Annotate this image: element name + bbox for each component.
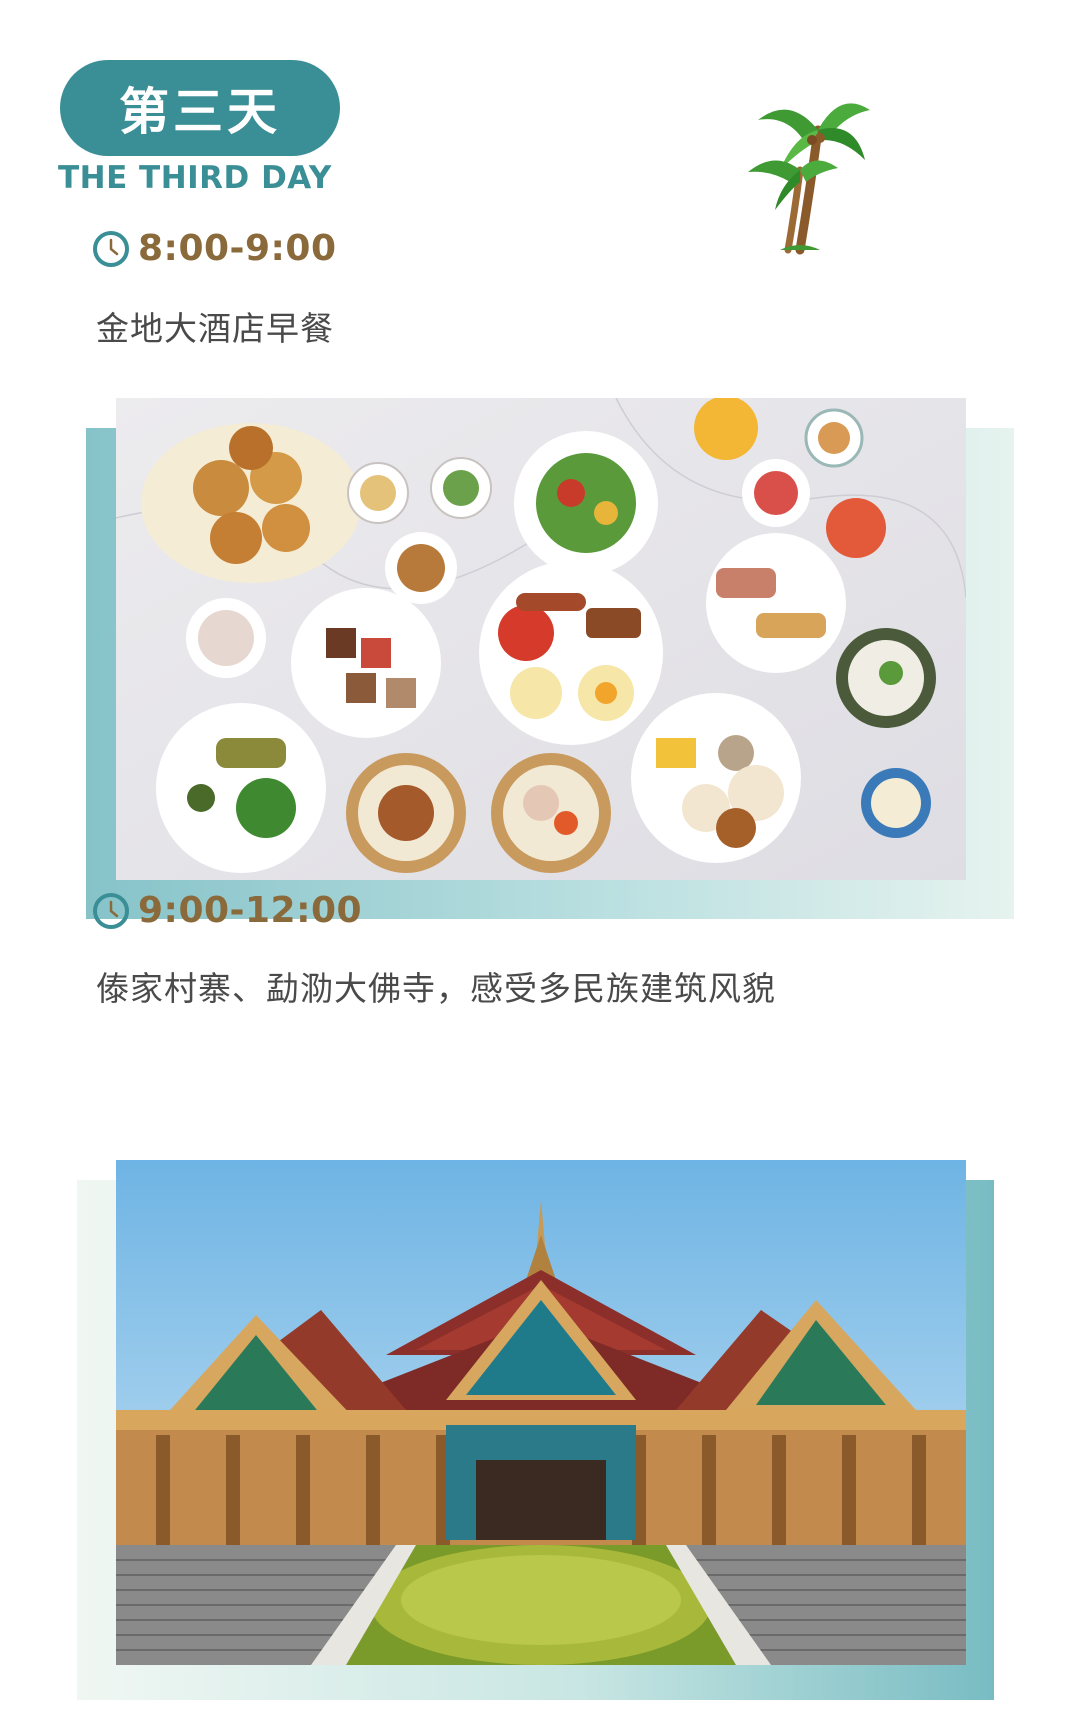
time-range: 9:00-12:00 — [138, 890, 363, 931]
schedule-item-1-time: 8:00-9:00 — [92, 228, 337, 269]
schedule-item-2-time: 9:00-12:00 — [92, 890, 362, 931]
schedule-item-2-description: 傣家村寨、勐泐大佛寺，感受多民族建筑风貌 — [96, 969, 776, 1008]
day-badge: 第三天 — [60, 60, 340, 156]
temple-photo — [116, 1160, 966, 1665]
day-title-cn: 第三天 — [119, 83, 281, 141]
time-range: 8:00-9:00 — [138, 228, 337, 269]
schedule-item-1-description: 金地大酒店早餐 — [96, 309, 334, 348]
day-title-en: THE THIRD DAY — [58, 160, 332, 196]
clock-icon — [93, 892, 129, 929]
breakfast-buffet-photo — [116, 398, 966, 880]
palm-tree-icon — [740, 90, 880, 260]
clock-icon — [93, 230, 129, 267]
